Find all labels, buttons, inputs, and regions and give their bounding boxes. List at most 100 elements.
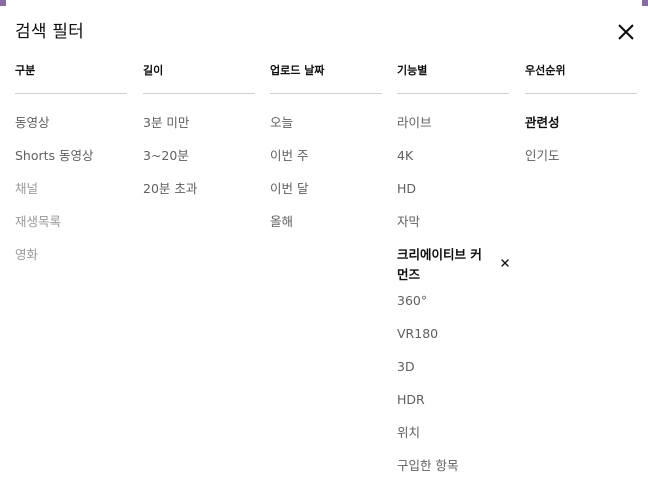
filter-option[interactable]: 올해 <box>270 212 382 232</box>
filter-option-label: 3분 미만 <box>143 115 190 130</box>
filter-option-row: 20분 초과 <box>143 179 255 212</box>
filter-option-row: HD <box>397 179 509 212</box>
filter-option-label: 영화 <box>15 247 39 262</box>
option-list: 관련성인기도 <box>525 113 637 179</box>
column-header: 업로드 날짜 <box>270 64 325 77</box>
filter-option-row: 4K <box>397 146 509 179</box>
option-list: 라이브 4K HD 자막크리에이티브 커먼즈 360° VR180 3D HDR 위치구입한 항… <box>397 113 509 489</box>
column-divider <box>397 93 509 94</box>
filter-option: 영화 <box>15 245 127 265</box>
filter-option-row: 재생목록 <box>15 212 127 245</box>
window-corner <box>642 0 648 6</box>
filter-option[interactable]: 3분 미만 <box>143 113 255 133</box>
filter-option-label: 인기도 <box>525 148 560 163</box>
filter-option-row: 관련성 <box>525 113 637 146</box>
filter-option[interactable]: 라이브 <box>397 113 509 133</box>
filter-option[interactable]: 3~20분 <box>143 146 255 166</box>
filter-option-row: 자막 <box>397 212 509 245</box>
filter-option-label: 360° <box>397 293 428 308</box>
filter-option-row: 위치 <box>397 423 509 456</box>
option-list: 오늘이번 주이번 달올해 <box>270 113 382 245</box>
filter-option-row: 채널 <box>15 179 127 212</box>
filter-option-label: VR180 <box>397 326 439 341</box>
column-divider <box>143 93 255 94</box>
filter-option-label: 이번 달 <box>270 181 309 196</box>
filter-option-row: 크리에이티브 커먼즈 <box>397 245 509 291</box>
filter-option[interactable]: 인기도 <box>525 146 637 166</box>
clear-filter-icon[interactable] <box>499 257 511 269</box>
filter-option-row: VR180 <box>397 324 509 357</box>
filter-option[interactable]: 구입한 항목 <box>397 456 509 476</box>
filter-option[interactable]: Shorts 동영상 <box>15 146 127 166</box>
filter-option-label: 3D <box>397 359 415 374</box>
filter-option-label: 20분 초과 <box>143 181 198 196</box>
column-header: 기능별 <box>397 64 428 77</box>
filter-column-upload-date: 업로드 날짜오늘이번 주이번 달올해 <box>270 62 382 245</box>
filter-option-label: 채널 <box>15 181 39 196</box>
filter-option[interactable]: 4K <box>397 146 509 166</box>
search-filter-dialog: 검색 필터 구분동영상 Shorts 동영상채널재생목록영화 길이 3분 미만 3~20… <box>0 0 648 496</box>
filter-option-label: 올해 <box>270 214 294 229</box>
filter-option[interactable]: 360° <box>397 291 509 311</box>
column-header: 우선순위 <box>525 64 566 77</box>
filter-option-label: Shorts 동영상 <box>15 148 94 163</box>
filter-option[interactable]: 동영상 <box>15 113 127 133</box>
column-divider <box>15 93 127 94</box>
filter-option[interactable]: 오늘 <box>270 113 382 133</box>
close-button[interactable] <box>612 18 640 46</box>
filter-option-row: 영화 <box>15 245 127 278</box>
column-divider <box>270 93 382 94</box>
filter-option-row: 이번 주 <box>270 146 382 179</box>
filter-column-type: 구분동영상 Shorts 동영상채널재생목록영화 <box>15 62 127 278</box>
column-header: 구분 <box>15 64 36 77</box>
filter-option-row: 구입한 항목 <box>397 456 509 489</box>
filter-option-row: 동영상 <box>15 113 127 146</box>
filter-option-label: 이번 주 <box>270 148 309 163</box>
filter-option[interactable]: 관련성 <box>525 113 637 133</box>
filter-option: 채널 <box>15 179 127 199</box>
window-corner <box>0 0 6 6</box>
column-divider <box>525 93 637 94</box>
filter-option-label: 오늘 <box>270 115 294 130</box>
filter-option[interactable]: VR180 <box>397 324 509 344</box>
filter-option-row: 인기도 <box>525 146 637 179</box>
filter-option-label: HDR <box>397 392 425 407</box>
filter-option[interactable]: HDR <box>397 390 509 410</box>
dialog-title: 검색 필터 <box>15 22 84 42</box>
filter-option[interactable]: HD <box>397 179 509 199</box>
filter-option-label: 재생목록 <box>15 214 62 229</box>
option-list: 동영상 Shorts 동영상채널재생목록영화 <box>15 113 127 278</box>
filter-option-row: 올해 <box>270 212 382 245</box>
filter-option-label: 4K <box>397 148 414 163</box>
close-icon <box>618 24 634 40</box>
filter-option-label: 크리에이티브 커먼즈 <box>397 247 482 282</box>
filter-option-row: 3분 미만 <box>143 113 255 146</box>
filter-column-sort-by: 우선순위관련성인기도 <box>525 62 637 179</box>
filter-option[interactable]: 위치 <box>397 423 509 443</box>
filter-column-features: 기능별라이브 4K HD 자막크리에이티브 커먼즈 360° VR180 3D HDR 위치구입… <box>397 62 509 489</box>
filter-option-row: HDR <box>397 390 509 423</box>
filter-option[interactable]: 이번 주 <box>270 146 382 166</box>
filter-option-row: 이번 달 <box>270 179 382 212</box>
filter-option-label: 구입한 항목 <box>397 458 459 473</box>
option-list: 3분 미만 3~20분 20분 초과 <box>143 113 255 212</box>
filter-option-row: 3~20분 <box>143 146 255 179</box>
filter-option-label: 3~20분 <box>143 148 189 163</box>
filter-option-row: Shorts 동영상 <box>15 146 127 179</box>
filter-column-duration: 길이 3분 미만 3~20분 20분 초과 <box>143 62 255 212</box>
filter-option-label: HD <box>397 181 417 196</box>
filter-option[interactable]: 3D <box>397 357 509 377</box>
filter-option-row: 라이브 <box>397 113 509 146</box>
filter-option[interactable]: 자막 <box>397 212 509 232</box>
filter-option-row: 360° <box>397 291 509 324</box>
filter-option[interactable]: 20분 초과 <box>143 179 255 199</box>
filter-option-label: 관련성 <box>525 115 560 130</box>
filter-option-row: 3D <box>397 357 509 390</box>
filter-option: 재생목록 <box>15 212 127 232</box>
column-header: 길이 <box>143 64 164 77</box>
filter-option[interactable]: 이번 달 <box>270 179 382 199</box>
filter-option-label: 위치 <box>397 425 421 440</box>
filter-option[interactable]: 크리에이티브 커먼즈 <box>397 245 509 285</box>
filter-option-label: 동영상 <box>15 115 50 130</box>
filter-option-row: 오늘 <box>270 113 382 146</box>
